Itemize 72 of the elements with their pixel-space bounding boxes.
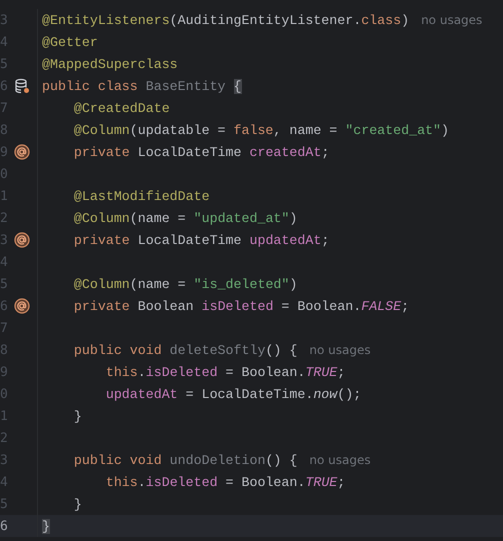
usage-hint[interactable]: no usages [309,343,371,357]
code-text: ; [337,474,346,490]
code-text: (name = [130,210,187,226]
field-name: isDeleted [146,364,218,380]
constant: FALSE [361,298,402,314]
code-text: ) [289,210,298,226]
at-sign-icon[interactable] [14,298,30,314]
code-text: (); [337,386,362,402]
code-text: ) [441,122,449,138]
code-text: , name = [273,122,338,138]
keyword: this [104,364,138,380]
field-name: updatedAt [249,232,322,248]
code-text: } [72,408,82,424]
code-text: ) [401,12,410,28]
unused-identifier: undoDeletion [170,452,266,468]
keyword: false [234,122,274,138]
usage-hint[interactable]: no usages [309,453,371,467]
keyword: private [72,144,131,160]
code-text: (updatable = [130,122,227,138]
code-text: = LocalDateTime. [184,386,314,402]
annotation: @Getter [42,34,98,50]
annotation: @LastModifiedDate [72,188,210,204]
annotation: @MappedSuperclass [42,56,178,72]
annotation: @Column [72,276,130,292]
constant: TRUE [305,474,338,490]
annotation: @Column [72,210,130,226]
keyword: public void [72,452,163,468]
code-text: = Boolean. [224,474,306,490]
code-text: ) [289,276,298,292]
code-text: LocalDateTime [138,232,242,248]
keyword: public void [72,342,163,358]
annotation: @CreatedDate [72,100,170,116]
code-text: () { [265,342,298,358]
constant: TRUE [305,364,338,380]
code-text: . [138,474,146,490]
field-name: createdAt [249,144,322,160]
code-text: = Boolean. [280,298,362,314]
code-text: () { [265,452,298,468]
field-name: isDeleted [202,298,274,314]
matched-brace: { [234,78,242,94]
code-text: (name = [130,276,187,292]
annotation: @EntityListeners [42,12,170,28]
line-number: 6 [0,518,9,534]
keyword: this [104,474,138,490]
method-call: now [313,386,338,402]
code-text: } [72,496,82,512]
code-text: ; [321,144,330,160]
code-text: = Boolean. [224,364,306,380]
field-name: isDeleted [146,474,218,490]
keyword: class [361,12,402,28]
code-text: ; [337,364,346,380]
code-text: ; [321,232,330,248]
keyword: private [72,232,131,248]
code-text: . [138,364,146,380]
at-sign-icon[interactable] [14,144,30,160]
database-icon[interactable] [14,78,30,94]
field-name: updatedAt [104,386,178,402]
unused-identifier: BaseEntity [146,78,227,94]
annotation: @Column [72,122,130,138]
code-text: (AuditingEntityListener. [170,12,362,28]
usage-hint[interactable]: no usages [421,13,482,27]
unused-identifier: deleteSoftly [170,342,266,358]
string-literal: "is_deleted" [194,276,290,292]
matched-brace: } [42,518,50,534]
code-text: Boolean [138,298,195,314]
code-text: LocalDateTime [138,144,242,160]
keyword: public class [42,78,139,94]
string-literal: "created_at" [345,122,442,138]
string-literal: "updated_at" [194,210,290,226]
at-sign-icon[interactable] [14,232,30,248]
code-text: ; [401,298,410,314]
keyword: private [72,298,131,314]
